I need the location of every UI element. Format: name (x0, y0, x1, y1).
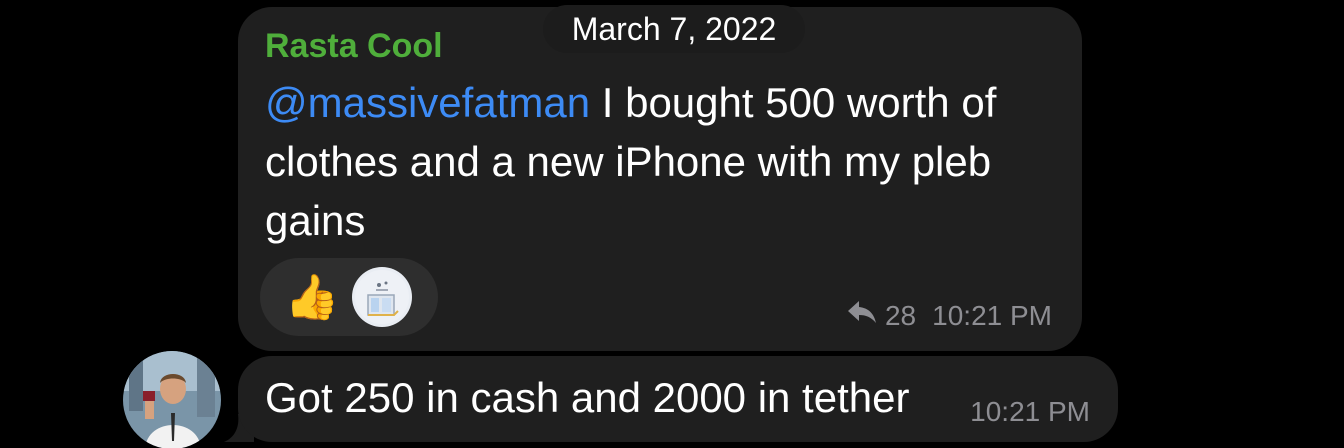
mention-link[interactable]: @massivefatman (265, 79, 590, 126)
reply-count[interactable]: 28 (885, 300, 916, 332)
message-text: @massivefatman I bought 500 worth of clo… (265, 73, 1055, 250)
sticker-reaction-icon[interactable] (352, 267, 412, 327)
sender-name[interactable]: Rasta Cool (265, 27, 443, 66)
date-separator: March 7, 2022 (543, 5, 805, 53)
avatar[interactable] (123, 351, 221, 448)
reactions-bar: 👍 (260, 258, 438, 336)
message-time: 10:21 PM (970, 396, 1090, 427)
message-text: Got 250 in cash and 2000 in tether (265, 374, 910, 421)
chat-view: Rasta Cool @massivefatman I bought 500 w… (0, 0, 1344, 448)
message-bubble[interactable]: Got 250 in cash and 2000 in tether 10:21… (238, 356, 1118, 442)
thumbs-up-icon[interactable]: 👍 (282, 267, 342, 327)
reply-arrow-icon[interactable] (847, 299, 877, 332)
message-meta: 28 10:21 PM (847, 299, 1052, 332)
sticker-graphic (355, 270, 409, 324)
message-bubble[interactable]: Rasta Cool @massivefatman I bought 500 w… (238, 7, 1082, 351)
thumbs-up-glyph: 👍 (284, 273, 340, 322)
message-time: 10:21 PM (932, 299, 1052, 331)
